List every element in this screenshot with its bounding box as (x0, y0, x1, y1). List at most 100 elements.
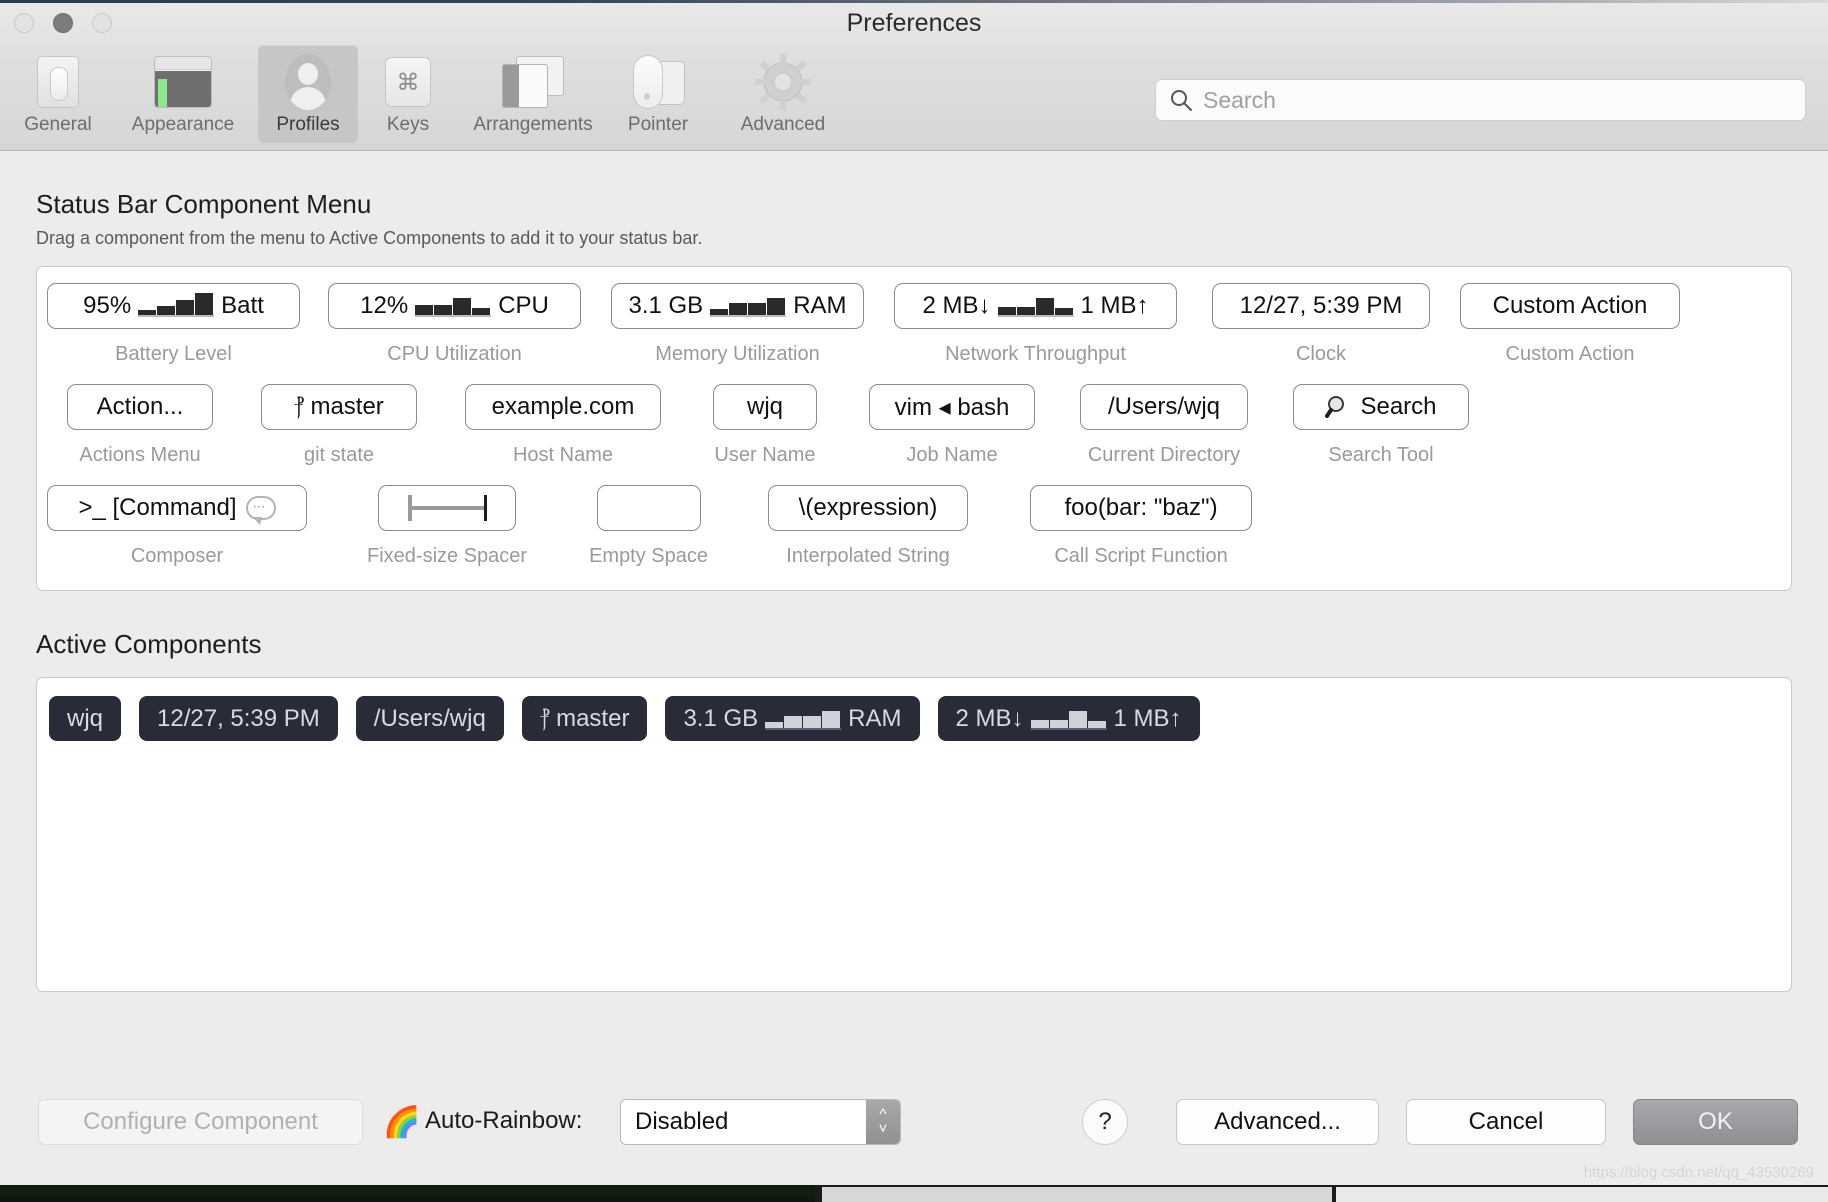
preferences-window: Preferences General x Appearance Profile… (0, 0, 1828, 1185)
chip-value-before: 2 MB↓ (955, 704, 1024, 732)
component-menu-item[interactable]: 2 MB↓ 1 MB↑ Network Throughput (894, 283, 1177, 366)
component-chip[interactable]: Action... (67, 384, 213, 430)
search-field[interactable]: Search (1155, 79, 1806, 121)
active-component-chip[interactable]: 2 MB↓ 1 MB↑ (937, 696, 1200, 741)
component-menu-item[interactable]: Custom Action Custom Action (1460, 283, 1680, 366)
chip-value-before: 2 MB↓ (922, 292, 991, 319)
help-button[interactable]: ? (1082, 1099, 1128, 1145)
auto-rainbow-value: Disabled (635, 1108, 729, 1135)
component-menu-item[interactable]: 95% Batt Battery Level (47, 283, 300, 366)
component-chip-caption: Battery Level (115, 343, 232, 365)
component-menu-item[interactable]: 3.1 GB RAM Memory Utilization (611, 283, 864, 366)
component-chip[interactable] (378, 485, 517, 531)
chip-label: Custom Action (1492, 292, 1648, 319)
auto-rainbow-label: Auto-Rainbow: (425, 1107, 583, 1134)
desktop-window-right (1336, 1187, 1828, 1202)
chip-value-after: Batt (221, 292, 264, 319)
component-chip-caption: Call Script Function (1054, 545, 1228, 567)
component-menu-item[interactable]: 12/27, 5:39 PM Clock (1212, 283, 1430, 366)
tab-profiles[interactable]: Profiles (258, 46, 358, 143)
tab-pointer-label: Pointer (627, 114, 689, 135)
component-menu-item[interactable]: ⳨ master git state (261, 384, 417, 467)
component-chip[interactable]: Custom Action (1460, 283, 1680, 329)
auto-rainbow-select[interactable]: Disabled ^ ˅ (620, 1099, 901, 1145)
component-chip[interactable]: foo(bar: "baz") (1030, 485, 1253, 531)
component-chip[interactable]: Search (1293, 384, 1469, 430)
git-branch-icon: ⳨ (294, 394, 304, 419)
component-chip-caption: Host Name (512, 444, 614, 466)
component-menu-row: 95% Batt Battery Level 12% CPU CPU Utilizatio… (37, 283, 1791, 384)
component-chip[interactable]: 12% CPU (328, 283, 581, 329)
chip-label: >_ [Command] (78, 494, 237, 521)
chip-value-before: 95% (83, 292, 132, 319)
component-chip-caption: Clock (1295, 343, 1346, 365)
preferences-content: Status Bar Component Menu Drag a compone… (0, 189, 1828, 992)
component-menu-item[interactable]: Action... Actions Menu (67, 384, 213, 467)
component-menu-item[interactable]: Fixed-size Spacer (367, 485, 527, 568)
window-title: Preferences (846, 9, 982, 37)
tab-arrangements[interactable]: Arrangements (458, 46, 608, 143)
component-menu-item[interactable]: foo(bar: "baz") Call Script Function (1030, 485, 1253, 568)
tab-general[interactable]: General (8, 46, 108, 143)
tab-pointer[interactable]: Pointer (608, 46, 708, 143)
component-chip-caption: Job Name (906, 444, 998, 466)
configure-component-button[interactable]: Configure Component (38, 1099, 363, 1145)
tab-general-label: General (24, 114, 92, 135)
chip-label: /Users/wjq (1107, 393, 1221, 420)
tab-keys[interactable]: ⌘ Keys (358, 46, 458, 143)
git-branch-icon: ⳨ (539, 705, 550, 731)
active-component-chip[interactable]: /Users/wjq (355, 696, 504, 741)
component-chip[interactable]: \(expression) (768, 485, 969, 531)
active-component-chip[interactable]: wjq (49, 696, 122, 741)
component-chip-caption: Actions Menu (79, 444, 201, 466)
active-components-panel[interactable]: wjq 12/27, 5:39 PM/Users/wjq ⳨ master 3.1 GB… (36, 677, 1792, 992)
stepper-icon[interactable]: ^ ˅ (866, 1100, 900, 1144)
ok-button[interactable]: OK (1633, 1099, 1798, 1145)
tab-arrangements-label: Arrangements (473, 114, 593, 135)
component-menu-item[interactable]: 12% CPU CPU Utilization (328, 283, 581, 366)
component-menu-item[interactable]: example.com Host Name (465, 384, 661, 467)
component-chip[interactable]: wjq (713, 384, 817, 430)
chip-label: master (556, 704, 630, 732)
tab-appearance-label: Appearance (131, 114, 235, 135)
chip-value-after: RAM (848, 704, 902, 732)
chip-value-before: 3.1 GB (628, 292, 704, 319)
tab-advanced[interactable]: Advanced (708, 46, 858, 143)
chip-label: \(expression) (798, 494, 938, 521)
dialog-footer: Configure Component 🌈 Auto-Rainbow: Disa… (0, 1077, 1828, 1185)
active-component-chip[interactable]: 12/27, 5:39 PM (139, 696, 338, 741)
component-chip[interactable]: /Users/wjq (1080, 384, 1248, 430)
component-menu-item[interactable]: wjq User Name (713, 384, 817, 467)
command-key-icon: ⌘ (358, 51, 458, 113)
component-chip[interactable]: 12/27, 5:39 PM (1212, 283, 1430, 329)
component-chip[interactable]: example.com (465, 384, 661, 430)
component-chip[interactable]: vim ◂ bash (869, 384, 1035, 430)
component-menu-item[interactable]: Empty Space (589, 485, 708, 568)
component-chip-caption: Current Directory (1087, 444, 1241, 466)
component-chip[interactable]: ⳨ master (261, 384, 417, 430)
sparkline-icon (765, 708, 842, 730)
active-component-chip[interactable]: ⳨ master (521, 696, 648, 741)
component-menu-item[interactable]: \(expression) Interpolated String (768, 485, 969, 568)
component-chip[interactable]: 2 MB↓ 1 MB↑ (894, 283, 1177, 329)
component-chip[interactable]: >_ [Command] ⋯ (47, 485, 307, 531)
chip-value-after: CPU (498, 292, 549, 319)
watermark-text: https://blog.csdn.net/qq_43530269 (1583, 1164, 1814, 1181)
component-chip[interactable] (596, 485, 701, 531)
component-menu-item[interactable]: >_ [Command] ⋯ Composer (47, 485, 307, 568)
chip-label: /Users/wjq (373, 704, 486, 732)
advanced-button[interactable]: Advanced... (1176, 1099, 1379, 1145)
component-chip[interactable]: 3.1 GB RAM (611, 283, 864, 329)
titlebar-accent-line (0, 0, 1828, 3)
active-component-chip[interactable]: 3.1 GB RAM (665, 696, 920, 741)
tab-appearance[interactable]: x Appearance (108, 46, 258, 143)
search-placeholder: Search (1203, 86, 1276, 113)
sparkline-icon (1030, 708, 1107, 730)
chip-label: vim ◂ bash (894, 393, 1010, 421)
chip-label: master (310, 393, 384, 420)
component-menu-item[interactable]: Search Search Tool (1293, 384, 1469, 467)
component-menu-item[interactable]: vim ◂ bash Job Name (869, 384, 1035, 467)
cancel-button[interactable]: Cancel (1406, 1099, 1606, 1145)
component-chip[interactable]: 95% Batt (47, 283, 300, 329)
component-menu-item[interactable]: /Users/wjq Current Directory (1080, 384, 1248, 467)
